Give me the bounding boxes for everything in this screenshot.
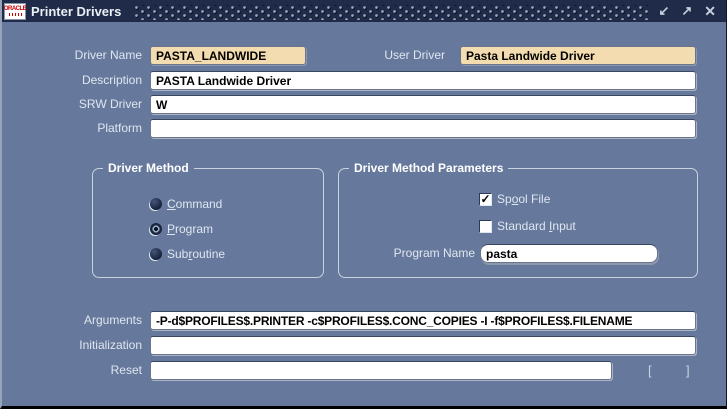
reset-field[interactable] bbox=[150, 361, 612, 380]
radio-option-program[interactable]: Program bbox=[150, 222, 213, 236]
reset-bracket-close: ] bbox=[686, 361, 690, 380]
radio-option-subroutine[interactable]: Subroutine bbox=[150, 247, 225, 261]
titlebar-texture bbox=[135, 5, 648, 20]
description-label: Description bbox=[2, 71, 142, 90]
window-controls: ↙ ↗ ✕ bbox=[658, 4, 716, 18]
initialization-field[interactable] bbox=[150, 336, 696, 355]
arguments-label: Arguments bbox=[2, 311, 142, 330]
user-driver-field[interactable]: Pasta Landwide Driver bbox=[460, 46, 696, 65]
reset-label: Reset bbox=[2, 361, 142, 380]
platform-label: Platform bbox=[2, 119, 142, 138]
window-close-icon[interactable]: ✕ bbox=[704, 4, 716, 18]
checkbox-icon[interactable]: ✓ bbox=[479, 193, 492, 206]
initialization-label: Initialization bbox=[2, 336, 142, 355]
program-name-field[interactable]: pasta bbox=[480, 244, 658, 263]
radio-option-command[interactable]: Command bbox=[150, 197, 222, 211]
platform-field[interactable] bbox=[150, 119, 696, 138]
program-name-label: Program Name bbox=[342, 244, 475, 263]
driver-name-field[interactable]: PASTA_LANDWIDE bbox=[150, 46, 306, 65]
check-mark-icon: ✓ bbox=[480, 194, 490, 204]
title-bar: ORACLE Printer Drivers ↙ ↗ ✕ bbox=[2, 0, 726, 22]
checkbox-option-label: Standard Input bbox=[497, 219, 576, 233]
user-driver-label: User Driver bbox=[342, 46, 445, 65]
radio-button-icon[interactable] bbox=[150, 248, 162, 260]
window-maximize-icon[interactable]: ↗ bbox=[681, 4, 692, 18]
driver-method-parameters-group-title: Driver Method Parameters bbox=[349, 161, 508, 175]
window-restore-icon[interactable]: ↙ bbox=[658, 4, 669, 18]
checkbox-option-spool-file[interactable]: ✓ Spool File bbox=[479, 192, 550, 206]
reset-bracket-open: [ bbox=[648, 361, 652, 380]
checkbox-option-standard-input[interactable]: ✓ Standard Input bbox=[479, 219, 576, 233]
checkbox-option-label: Spool File bbox=[497, 192, 550, 206]
radio-option-label: Subroutine bbox=[167, 247, 225, 261]
srw-driver-field[interactable]: W bbox=[150, 95, 696, 114]
oracle-applications-icon: ORACLE bbox=[4, 3, 26, 20]
radio-button-icon[interactable] bbox=[150, 198, 162, 210]
radio-button-icon[interactable] bbox=[150, 223, 162, 235]
driver-method-group-title: Driver Method bbox=[103, 161, 194, 175]
srw-driver-label: SRW Driver bbox=[2, 95, 142, 114]
arguments-field[interactable]: -P-d$PROFILES$.PRINTER -c$PROFILES$.CONC… bbox=[150, 311, 696, 330]
driver-name-label: Driver Name bbox=[2, 46, 142, 65]
radio-option-label: Command bbox=[167, 197, 222, 211]
printer-drivers-window: ORACLE Printer Drivers ↙ ↗ ✕ Driver Name… bbox=[0, 0, 727, 409]
radio-option-label: Program bbox=[167, 222, 213, 236]
window-title: Printer Drivers bbox=[31, 4, 121, 19]
description-field[interactable]: PASTA Landwide Driver bbox=[150, 71, 696, 90]
checkbox-icon[interactable]: ✓ bbox=[479, 220, 492, 233]
